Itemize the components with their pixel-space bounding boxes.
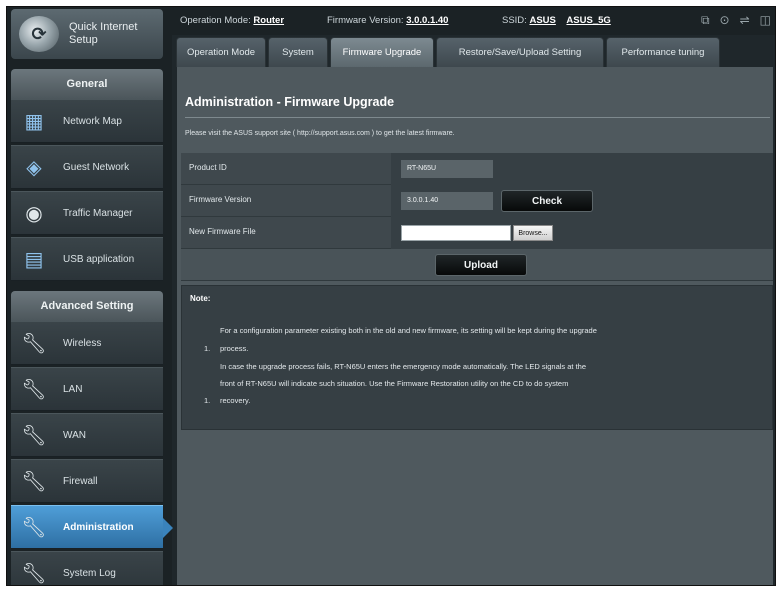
wrench-icon: 🔧︎ bbox=[21, 562, 47, 585]
status-icons: ⧉ ⊙ ⇌ ◫ bbox=[701, 13, 771, 28]
product-id-row: Product ID RT-N65U bbox=[181, 153, 773, 185]
tab-firmware-upgrade[interactable]: Firmware Upgrade bbox=[330, 37, 434, 67]
sidebar-item-traffic-manager[interactable]: ◉ Traffic Manager bbox=[11, 191, 163, 235]
ssid-link-1[interactable]: ASUS bbox=[529, 15, 555, 26]
sidebar-item-wan[interactable]: 🔧︎ WAN bbox=[11, 413, 163, 457]
wrench-icon: 🔧︎ bbox=[21, 470, 47, 493]
firmware-version-label: Firmware Version bbox=[189, 195, 252, 204]
check-button[interactable]: Check bbox=[501, 190, 593, 212]
product-id-value: RT-N65U bbox=[401, 160, 493, 178]
guest-network-icon: ◈ bbox=[26, 156, 42, 179]
browse-button[interactable]: Browse... bbox=[513, 225, 553, 241]
quick-internet-setup-button[interactable]: ⟳ Quick Internet Setup bbox=[11, 9, 163, 59]
wan-status-icon[interactable]: ⧉ bbox=[701, 13, 710, 28]
wrench-icon: 🔧︎ bbox=[21, 424, 47, 447]
quick-setup-label: Quick Internet Setup bbox=[69, 21, 138, 46]
sidebar-item-network-map[interactable]: ▦ Network Map bbox=[11, 99, 163, 143]
router-admin-window: ⟳ Quick Internet Setup General ▦ Network… bbox=[6, 6, 776, 586]
ssid-status: SSID: ASUS ASUS_5G bbox=[502, 15, 611, 26]
usb-application-icon: ▤ bbox=[24, 248, 44, 271]
sidebar: ⟳ Quick Internet Setup General ▦ Network… bbox=[7, 7, 173, 585]
note-title: Note: bbox=[190, 294, 211, 303]
page-title: Administration - Firmware Upgrade bbox=[185, 95, 395, 109]
new-firmware-file-label: New Firmware File bbox=[189, 227, 256, 236]
note-item-2-number: 1. bbox=[204, 396, 211, 405]
general-section-header: General bbox=[11, 69, 163, 99]
note-item-2-text-cont: front of RT-N65U will indicate such situ… bbox=[220, 379, 569, 388]
tab-system[interactable]: System bbox=[268, 37, 328, 67]
sidebar-item-usb-application[interactable]: ▤ USB application bbox=[11, 237, 163, 281]
tab-performance-tuning[interactable]: Performance tuning bbox=[606, 37, 720, 67]
operation-mode-status: Operation Mode: Router bbox=[180, 15, 285, 26]
main-content: Administration - Firmware Upgrade Please… bbox=[177, 67, 773, 585]
wrench-icon: 🔧︎ bbox=[21, 332, 47, 355]
firmware-upgrade-form: Product ID RT-N65U Firmware Version 3.0.… bbox=[181, 153, 773, 281]
app-status-icon[interactable]: ◫ bbox=[760, 13, 771, 28]
note-item-1-number: 1. bbox=[204, 344, 211, 353]
status-bar: Operation Mode: Router Firmware Version:… bbox=[172, 7, 775, 35]
upload-button[interactable]: Upload bbox=[435, 254, 527, 276]
note-item-1-text-cont: process. bbox=[220, 344, 249, 353]
traffic-manager-icon: ◉ bbox=[25, 202, 43, 225]
sidebar-item-administration[interactable]: 🔧︎ Administration bbox=[11, 505, 173, 549]
firmware-version-link[interactable]: 3.0.0.1.40 bbox=[406, 15, 448, 26]
network-map-icon: ▦ bbox=[24, 110, 44, 133]
upload-row: Upload bbox=[181, 249, 773, 281]
firmware-file-input[interactable] bbox=[401, 225, 511, 241]
firmware-version-row: Firmware Version 3.0.0.1.40 Check bbox=[181, 185, 773, 217]
wrench-icon: 🔧︎ bbox=[21, 516, 47, 539]
note-item-2-text: In case the upgrade process fails, RT-N6… bbox=[220, 362, 587, 371]
wrench-icon: 🔧︎ bbox=[21, 378, 47, 401]
advanced-setting-section-header: Advanced Setting bbox=[11, 291, 163, 321]
tab-bar: Operation Mode System Firmware Upgrade R… bbox=[172, 35, 775, 67]
quick-setup-icon: ⟳ bbox=[19, 16, 59, 52]
sidebar-item-firewall[interactable]: 🔧︎ Firewall bbox=[11, 459, 163, 503]
title-divider bbox=[185, 117, 770, 118]
printer-status-icon[interactable]: ⊙ bbox=[720, 13, 730, 28]
product-id-label: Product ID bbox=[189, 163, 227, 172]
sidebar-item-lan[interactable]: 🔧︎ LAN bbox=[11, 367, 163, 411]
tab-restore-save-upload-setting[interactable]: Restore/Save/Upload Setting bbox=[436, 37, 604, 67]
operation-mode-link[interactable]: Router bbox=[253, 15, 284, 26]
note-panel: Note: For a configuration parameter exis… bbox=[181, 285, 773, 430]
sidebar-item-system-log[interactable]: 🔧︎ System Log bbox=[11, 551, 163, 585]
firmware-version-status: Firmware Version: 3.0.0.1.40 bbox=[327, 15, 449, 26]
firmware-version-value: 3.0.0.1.40 bbox=[401, 192, 493, 210]
note-item-1-text: For a configuration parameter existing b… bbox=[220, 326, 597, 335]
note-item-2-text-end: recovery. bbox=[220, 396, 251, 405]
tab-operation-mode[interactable]: Operation Mode bbox=[176, 37, 266, 67]
sidebar-item-wireless[interactable]: 🔧︎ Wireless bbox=[11, 321, 163, 365]
new-firmware-file-row: New Firmware File Browse... bbox=[181, 217, 773, 249]
usb-status-icon[interactable]: ⇌ bbox=[740, 13, 750, 28]
support-site-note: Please visit the ASUS support site ( htt… bbox=[185, 130, 455, 137]
sidebar-item-guest-network[interactable]: ◈ Guest Network bbox=[11, 145, 163, 189]
ssid-link-2[interactable]: ASUS_5G bbox=[566, 15, 610, 26]
